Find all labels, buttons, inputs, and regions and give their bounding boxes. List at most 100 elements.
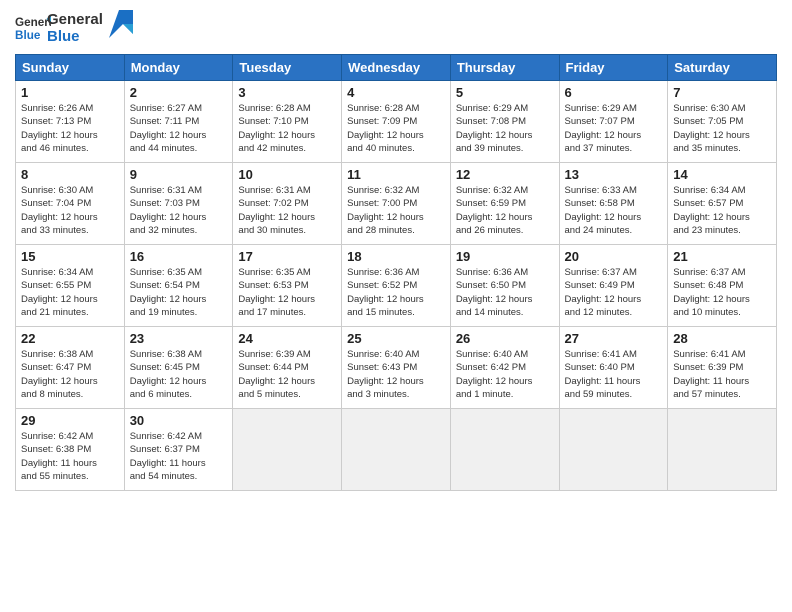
day-info: Sunrise: 6:38 AM Sunset: 6:45 PM Dayligh…: [130, 348, 228, 401]
day-info: Sunrise: 6:42 AM Sunset: 6:38 PM Dayligh…: [21, 430, 119, 483]
day-number: 14: [673, 167, 771, 182]
table-row: 29Sunrise: 6:42 AM Sunset: 6:38 PM Dayli…: [16, 409, 125, 491]
col-tuesday: Tuesday: [233, 55, 342, 81]
day-info: Sunrise: 6:34 AM Sunset: 6:57 PM Dayligh…: [673, 184, 771, 237]
col-monday: Monday: [124, 55, 233, 81]
day-number: 24: [238, 331, 336, 346]
day-number: 12: [456, 167, 554, 182]
table-row: 13 Sunrise: 6:33 AM Sunset: 6:58 PM Dayli…: [559, 163, 668, 245]
day-info: Sunrise: 6:29 AM Sunset: 7:08 PM Dayligh…: [456, 102, 554, 155]
table-row: 28Sunrise: 6:41 AM Sunset: 6:39 PM Dayli…: [668, 327, 777, 409]
calendar-header-row: Sunday Monday Tuesday Wednesday Thursday…: [16, 55, 777, 81]
day-number: 30: [130, 413, 228, 428]
table-row: 2 Sunrise: 6:27 AM Sunset: 7:11 PM Daylig…: [124, 81, 233, 163]
table-row: 8 Sunrise: 6:30 AM Sunset: 7:04 PM Daylig…: [16, 163, 125, 245]
table-row: 4 Sunrise: 6:28 AM Sunset: 7:09 PM Daylig…: [342, 81, 451, 163]
day-number: 7: [673, 85, 771, 100]
day-info: Sunrise: 6:35 AM Sunset: 6:53 PM Dayligh…: [238, 266, 336, 319]
day-info: Sunrise: 6:28 AM Sunset: 7:10 PM Dayligh…: [238, 102, 336, 155]
col-saturday: Saturday: [668, 55, 777, 81]
day-number: 2: [130, 85, 228, 100]
logo-general: General: [47, 11, 103, 28]
day-info: Sunrise: 6:40 AM Sunset: 6:42 PM Dayligh…: [456, 348, 554, 401]
day-info: Sunrise: 6:33 AM Sunset: 6:58 PM Dayligh…: [565, 184, 663, 237]
day-info: Sunrise: 6:39 AM Sunset: 6:44 PM Dayligh…: [238, 348, 336, 401]
table-row: 6Sunrise: 6:29 AM Sunset: 7:07 PM Daylig…: [559, 81, 668, 163]
day-number: 22: [21, 331, 119, 346]
day-info: Sunrise: 6:37 AM Sunset: 6:48 PM Dayligh…: [673, 266, 771, 319]
calendar-table: Sunday Monday Tuesday Wednesday Thursday…: [15, 54, 777, 491]
table-row: 3 Sunrise: 6:28 AM Sunset: 7:10 PM Daylig…: [233, 81, 342, 163]
page-header: General Blue General Blue: [15, 10, 777, 46]
day-number: 8: [21, 167, 119, 182]
table-row: 17 Sunrise: 6:35 AM Sunset: 6:53 PM Dayli…: [233, 245, 342, 327]
day-info: Sunrise: 6:40 AM Sunset: 6:43 PM Dayligh…: [347, 348, 445, 401]
day-number: 13: [565, 167, 663, 182]
table-row: 5Sunrise: 6:29 AM Sunset: 7:08 PM Daylig…: [450, 81, 559, 163]
day-number: 17: [238, 249, 336, 264]
table-row: [559, 409, 668, 491]
day-number: 19: [456, 249, 554, 264]
table-row: 21 Sunrise: 6:37 AM Sunset: 6:48 PM Dayli…: [668, 245, 777, 327]
day-number: 25: [347, 331, 445, 346]
logo-arrow-icon: [109, 10, 133, 38]
day-number: 10: [238, 167, 336, 182]
day-info: Sunrise: 6:30 AM Sunset: 7:04 PM Dayligh…: [21, 184, 119, 237]
table-row: 15Sunrise: 6:34 AM Sunset: 6:55 PM Dayli…: [16, 245, 125, 327]
day-number: 27: [565, 331, 663, 346]
week-row-2: 8 Sunrise: 6:30 AM Sunset: 7:04 PM Daylig…: [16, 163, 777, 245]
day-info: Sunrise: 6:38 AM Sunset: 6:47 PM Dayligh…: [21, 348, 119, 401]
day-number: 9: [130, 167, 228, 182]
day-number: 3: [238, 85, 336, 100]
table-row: 19 Sunrise: 6:36 AM Sunset: 6:50 PM Dayli…: [450, 245, 559, 327]
day-info: Sunrise: 6:31 AM Sunset: 7:02 PM Dayligh…: [238, 184, 336, 237]
day-info: Sunrise: 6:32 AM Sunset: 7:00 PM Dayligh…: [347, 184, 445, 237]
table-row: 7 Sunrise: 6:30 AM Sunset: 7:05 PM Daylig…: [668, 81, 777, 163]
table-row: [233, 409, 342, 491]
day-number: 1: [21, 85, 119, 100]
day-number: 28: [673, 331, 771, 346]
table-row: [668, 409, 777, 491]
day-info: Sunrise: 6:41 AM Sunset: 6:40 PM Dayligh…: [565, 348, 663, 401]
table-row: 24 Sunrise: 6:39 AM Sunset: 6:44 PM Dayli…: [233, 327, 342, 409]
day-info: Sunrise: 6:28 AM Sunset: 7:09 PM Dayligh…: [347, 102, 445, 155]
logo: General Blue General Blue: [15, 10, 133, 46]
day-number: 26: [456, 331, 554, 346]
table-row: 1Sunrise: 6:26 AM Sunset: 7:13 PM Daylig…: [16, 81, 125, 163]
col-sunday: Sunday: [16, 55, 125, 81]
table-row: 25 Sunrise: 6:40 AM Sunset: 6:43 PM Dayli…: [342, 327, 451, 409]
day-number: 21: [673, 249, 771, 264]
day-info: Sunrise: 6:42 AM Sunset: 6:37 PM Dayligh…: [130, 430, 228, 483]
table-row: 22 Sunrise: 6:38 AM Sunset: 6:47 PM Dayli…: [16, 327, 125, 409]
day-info: Sunrise: 6:27 AM Sunset: 7:11 PM Dayligh…: [130, 102, 228, 155]
table-row: 9Sunrise: 6:31 AM Sunset: 7:03 PM Daylig…: [124, 163, 233, 245]
day-info: Sunrise: 6:30 AM Sunset: 7:05 PM Dayligh…: [673, 102, 771, 155]
table-row: 16 Sunrise: 6:35 AM Sunset: 6:54 PM Dayli…: [124, 245, 233, 327]
day-number: 23: [130, 331, 228, 346]
day-number: 4: [347, 85, 445, 100]
day-info: Sunrise: 6:34 AM Sunset: 6:55 PM Dayligh…: [21, 266, 119, 319]
day-info: Sunrise: 6:37 AM Sunset: 6:49 PM Dayligh…: [565, 266, 663, 319]
table-row: [450, 409, 559, 491]
table-row: 30 Sunrise: 6:42 AM Sunset: 6:37 PM Dayli…: [124, 409, 233, 491]
day-number: 20: [565, 249, 663, 264]
table-row: [342, 409, 451, 491]
week-row-1: 1Sunrise: 6:26 AM Sunset: 7:13 PM Daylig…: [16, 81, 777, 163]
day-number: 11: [347, 167, 445, 182]
day-info: Sunrise: 6:29 AM Sunset: 7:07 PM Dayligh…: [565, 102, 663, 155]
day-info: Sunrise: 6:36 AM Sunset: 6:52 PM Dayligh…: [347, 266, 445, 319]
table-row: 18 Sunrise: 6:36 AM Sunset: 6:52 PM Dayli…: [342, 245, 451, 327]
logo-icon: General Blue: [15, 10, 51, 46]
day-number: 18: [347, 249, 445, 264]
table-row: 14 Sunrise: 6:34 AM Sunset: 6:57 PM Dayli…: [668, 163, 777, 245]
logo-blue: Blue: [47, 28, 103, 45]
table-row: 23 Sunrise: 6:38 AM Sunset: 6:45 PM Dayli…: [124, 327, 233, 409]
col-wednesday: Wednesday: [342, 55, 451, 81]
day-info: Sunrise: 6:35 AM Sunset: 6:54 PM Dayligh…: [130, 266, 228, 319]
day-number: 16: [130, 249, 228, 264]
table-row: 27 Sunrise: 6:41 AM Sunset: 6:40 PM Dayli…: [559, 327, 668, 409]
day-info: Sunrise: 6:36 AM Sunset: 6:50 PM Dayligh…: [456, 266, 554, 319]
day-info: Sunrise: 6:32 AM Sunset: 6:59 PM Dayligh…: [456, 184, 554, 237]
table-row: 10 Sunrise: 6:31 AM Sunset: 7:02 PM Dayli…: [233, 163, 342, 245]
col-thursday: Thursday: [450, 55, 559, 81]
